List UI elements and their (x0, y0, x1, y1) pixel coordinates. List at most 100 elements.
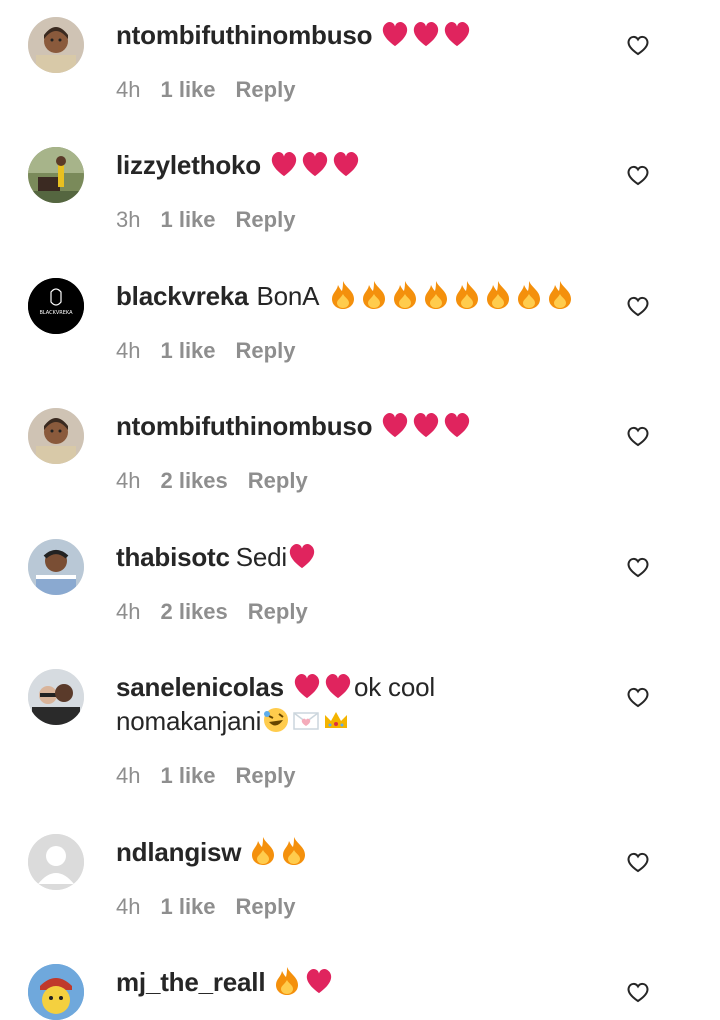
heart-outline-icon[interactable] (626, 34, 650, 56)
comment-likes[interactable]: 1 like (160, 338, 215, 363)
comment-meta: 4h 1 like Reply (116, 337, 295, 365)
fire-icon (456, 281, 479, 309)
fire-icon (487, 281, 510, 309)
comment-time: 4h (116, 338, 141, 363)
comment-likes[interactable]: 2 likes (160, 599, 227, 624)
red-heart-icon (294, 673, 320, 699)
red-heart-icon (414, 21, 439, 47)
red-heart-icon (333, 151, 359, 177)
comment-meta: 4h 2 likes Reply (116, 467, 308, 495)
comment-username[interactable]: thabisotc (116, 542, 230, 572)
heart-outline-icon[interactable] (626, 851, 650, 873)
heart-outline-icon[interactable] (626, 686, 650, 708)
comment-text: mj_the_reall (116, 965, 586, 999)
fire-icon (332, 281, 355, 309)
comment-username[interactable]: mj_the_reall (116, 967, 266, 997)
comment-text: thabisotc Sedi (116, 540, 586, 574)
red-heart-icon (271, 151, 297, 177)
comment-username[interactable]: ndlangisw (116, 837, 242, 867)
comment-body: BonA (256, 281, 320, 311)
red-heart-icon (383, 412, 408, 438)
avatar[interactable] (28, 669, 84, 725)
heart-outline-icon[interactable] (626, 981, 650, 1003)
comment-username[interactable]: lizzylethoko (116, 150, 261, 180)
red-heart-icon (445, 412, 470, 438)
comment-time: 3h (116, 207, 141, 232)
comment-text: ntombifuthinombuso (116, 409, 586, 443)
comment-likes[interactable]: 1 like (160, 894, 215, 919)
fire-icon (394, 281, 417, 309)
comment-text: ntombifuthinombuso (116, 18, 586, 52)
comment-username[interactable]: sanelenicolas (116, 672, 284, 702)
avatar-logo-text: BLACKVREKA (39, 310, 73, 316)
comment-likes[interactable]: 1 like (160, 763, 215, 788)
reply-button[interactable]: Reply (236, 338, 296, 363)
comment-meta: 4h 1 like Reply (116, 76, 295, 104)
reply-button[interactable]: Reply (236, 894, 296, 919)
love-letter-icon (293, 712, 319, 730)
avatar[interactable] (28, 834, 84, 890)
red-heart-emoji-group (269, 150, 362, 180)
comment-time: 4h (116, 77, 141, 102)
comment-body-line2: nomakanjani (116, 706, 262, 736)
comment-meta: 4h 1 like Reply (116, 762, 295, 790)
comment-body: Sedi (235, 542, 288, 572)
comment-body: ok cool (353, 672, 435, 702)
avatar[interactable]: BLACKVREKA (28, 278, 84, 334)
reaction-emoji-group (261, 706, 351, 736)
comment-likes[interactable]: 1 like (160, 207, 215, 232)
red-heart-icon (445, 21, 470, 47)
fire-icon (518, 281, 541, 309)
fire-icon (283, 837, 306, 865)
comment-text: ndlangisw (116, 835, 586, 869)
comment-likes[interactable]: 1 like (160, 77, 215, 102)
comment-time: 4h (116, 468, 141, 493)
fire-icon (425, 281, 448, 309)
red-heart-emoji-group (380, 20, 473, 50)
avatar[interactable] (28, 17, 84, 73)
fire-emoji-group (249, 837, 311, 867)
comment-username[interactable]: ntombifuthinombuso (116, 20, 373, 50)
rolling-laughing-icon (264, 708, 289, 732)
reaction-emoji-group (273, 967, 335, 997)
comment-meta: 4h 1 like Reply (116, 893, 295, 921)
comment-text: sanelenicolas ok cool nomakanjani (116, 670, 586, 738)
reply-button[interactable]: Reply (248, 599, 308, 624)
reply-button[interactable]: Reply (236, 77, 296, 102)
heart-outline-icon[interactable] (626, 556, 650, 578)
red-heart-icon (302, 151, 328, 177)
avatar[interactable] (28, 408, 84, 464)
comment-username[interactable]: ntombifuthinombuso (116, 411, 373, 441)
red-heart-icon (325, 673, 351, 699)
reply-button[interactable]: Reply (236, 207, 296, 232)
red-heart-emoji-group (380, 411, 473, 441)
comment-meta: 4h 2 likes Reply (116, 598, 308, 626)
comment-username[interactable]: blackvreka (116, 281, 249, 311)
red-heart-icon (307, 968, 332, 994)
comment-text: lizzylethoko (116, 148, 586, 182)
avatar[interactable] (28, 964, 84, 1020)
reply-button[interactable]: Reply (236, 763, 296, 788)
fire-icon (549, 281, 572, 309)
comment-meta: 3h 1 like Reply (116, 206, 295, 234)
heart-outline-icon[interactable] (626, 164, 650, 186)
reply-button[interactable]: Reply (248, 468, 308, 493)
comment-time: 4h (116, 763, 141, 788)
avatar[interactable] (28, 539, 84, 595)
fire-icon (363, 281, 386, 309)
fire-icon (276, 967, 299, 995)
red-heart-emoji-group (287, 542, 318, 572)
comment-likes[interactable]: 2 likes (160, 468, 227, 493)
crown-icon (325, 712, 348, 728)
heart-outline-icon[interactable] (626, 425, 650, 447)
red-heart-icon (289, 543, 315, 569)
comment-text: blackvreka BonA (116, 279, 586, 313)
fire-emoji-group (329, 281, 577, 311)
comment-time: 4h (116, 599, 141, 624)
comment-time: 4h (116, 894, 141, 919)
avatar[interactable] (28, 147, 84, 203)
red-heart-icon (383, 21, 408, 47)
red-heart-icon (414, 412, 439, 438)
red-heart-emoji-group (292, 672, 354, 702)
heart-outline-icon[interactable] (626, 295, 650, 317)
